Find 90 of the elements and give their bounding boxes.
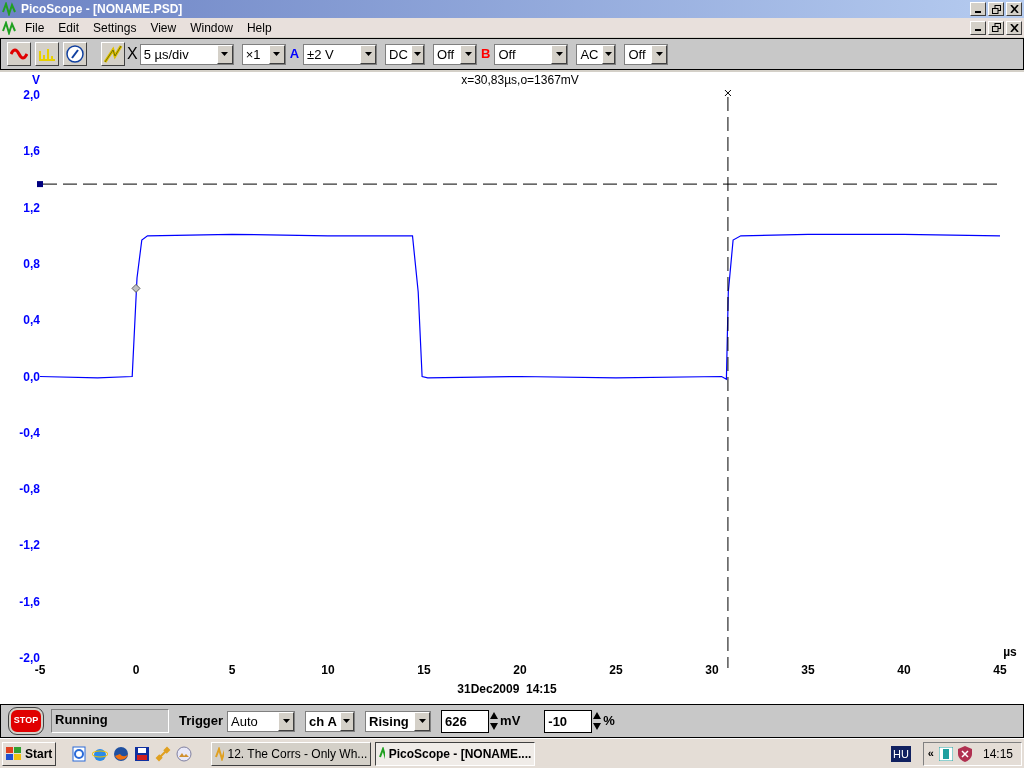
y-tick-label: 0,8 [23,256,40,271]
sync-icon[interactable] [938,746,953,761]
range-select[interactable]: Off [494,43,569,65]
x-tick-label: 20 [513,663,527,677]
browser-icon[interactable] [112,744,131,763]
timebase-label: X [127,44,138,64]
spectrum-mode-button[interactable] [35,42,59,66]
restore-icon [991,23,1001,32]
y-axis-unit: V [32,73,40,87]
channel-label: B [481,45,491,64]
coupling-select[interactable]: AC [576,43,617,65]
minimize-icon [975,29,981,31]
time-cursor[interactable] [724,89,732,669]
menu-item[interactable]: Help [239,18,279,37]
start-button[interactable]: Start [2,741,57,766]
spin-arrows-icon[interactable] [592,710,603,732]
x-tick-label: 35 [801,663,815,677]
minimize-button[interactable] [970,2,986,16]
close-icon [1009,23,1019,32]
y-tick-label: -0,4 [19,425,40,440]
trigger-level-unit: mV [500,712,521,731]
web-page-icon[interactable] [70,744,89,763]
stop-button[interactable]: STOP [9,708,43,734]
multiplier-select[interactable]: ×1 [241,43,286,65]
spin-arrows-icon[interactable] [489,710,500,732]
bar-chart-icon [38,47,56,61]
x-tick-label: 30 [705,663,719,677]
taskbar-button[interactable]: PicoScope - [NONAME.... [375,741,536,766]
app-icon [215,746,224,761]
x-tick-label: 45 [993,663,1007,677]
timestamp: 31Dec2009 14:15 [457,682,557,696]
coupling-select[interactable]: DC [385,43,426,65]
x-tick-label: 5 [228,663,236,677]
x-tick-label: 0 [132,663,140,677]
tray-expand-button[interactable]: « [927,745,934,762]
clock: 14:15 [982,745,1013,763]
trigger-level-field[interactable]: 626 [441,709,490,733]
y-tick-label: 0,0 [23,369,40,384]
taskbar-button[interactable]: 12. The Corrs - Only Wh... [211,741,372,766]
app-logo-icon [2,20,18,35]
minimize-button[interactable] [970,20,986,35]
x-tick-label: -5 [34,663,46,677]
y-tick-label: 0,4 [23,313,40,328]
restore-icon [991,4,1001,14]
x-tick-label: 10 [321,663,335,677]
trigger-edge-select[interactable]: Rising [365,710,432,732]
restore-button[interactable] [988,20,1004,35]
shield-icon[interactable] [957,745,972,762]
y-tick-label: -2,0 [19,651,40,665]
y-tick-label: 1,2 [23,200,40,215]
trigger-marker [131,283,141,293]
language-indicator[interactable]: HU [890,745,911,762]
y-tick-label: -0,8 [19,482,40,497]
y-tick-label: -1,6 [19,594,40,609]
close-icon [1009,5,1019,13]
menu-item[interactable]: Edit [51,18,87,37]
menu-item[interactable]: Window [183,18,240,37]
windows-logo-icon [6,746,22,761]
status-text: Running [51,709,169,733]
timebase-select[interactable]: 5 µs/div [139,43,234,65]
trigger-mode-select[interactable]: Auto [227,710,296,732]
y-tick-label: 1,6 [23,144,40,159]
scope-mode-button[interactable] [7,42,31,66]
menu-item[interactable]: View [143,18,184,37]
minimize-icon [975,10,981,13]
app-logo-icon [2,2,18,16]
close-button[interactable] [1006,20,1022,35]
restore-button[interactable] [988,2,1004,16]
gauge-icon [66,45,84,63]
trigger-channel-select[interactable]: ch A [305,710,356,732]
x-tick-label: 15 [417,663,431,677]
chart-title: x=30,83µs,o=1367mV [461,73,579,87]
close-button[interactable] [1006,2,1022,16]
trigger-delay-field[interactable]: -10 [544,709,593,733]
y-tick-label: 2,0 [23,88,40,102]
x-tick-label: 40 [897,663,911,677]
x-axis-unit: µs [1003,645,1017,659]
range-select[interactable]: ±2 V [303,43,378,65]
channel-label: A [289,45,300,64]
option-select[interactable]: Off [624,43,669,65]
trigger-delay-unit: % [603,712,615,731]
y-tick-label: -1,2 [19,538,40,553]
trigger-label: Trigger [179,712,224,731]
option-select[interactable]: Off [433,43,478,65]
menu-item[interactable]: Settings [86,18,144,37]
window-title: PicoScope - [NONAME.PSD] [21,1,183,18]
menu-item[interactable]: File [18,18,52,37]
x-tick-label: 25 [609,663,623,677]
meter-mode-button[interactable] [63,42,87,66]
sine-wave-icon [10,48,28,60]
